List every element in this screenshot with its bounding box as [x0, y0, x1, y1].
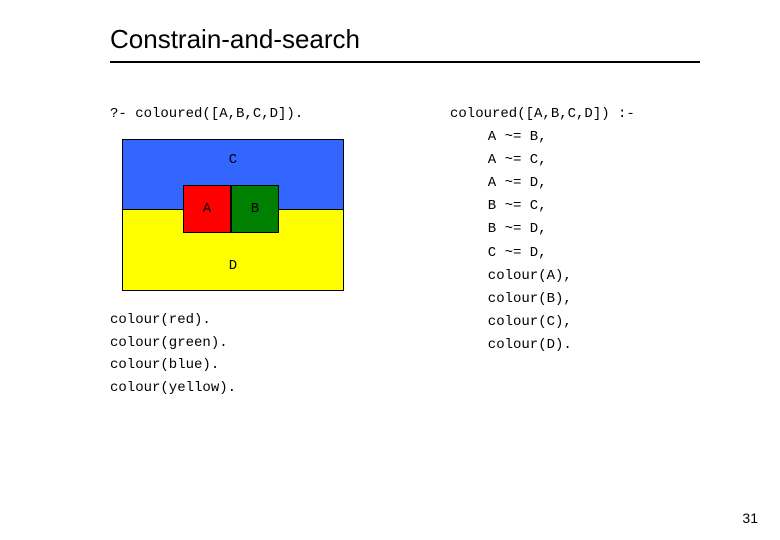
title-underline [110, 61, 700, 63]
region-b: B [231, 185, 279, 233]
right-column: coloured([A,B,C,D]) :- A ~= B, A ~= C, A… [450, 103, 700, 357]
rule-body-line: B ~= C, [450, 195, 700, 218]
rule-body-line: A ~= D, [450, 172, 700, 195]
content-columns: ?- coloured([A,B,C,D]). C D A B colour(r… [110, 103, 730, 399]
rule-body-line: colour(B), [450, 288, 700, 311]
prolog-query: ?- coloured([A,B,C,D]). [110, 103, 390, 125]
region-a-label: A [203, 201, 211, 217]
colour-fact: colour(red). [110, 309, 390, 331]
rule-body-line: A ~= B, [450, 126, 700, 149]
page-number: 31 [742, 510, 758, 526]
colour-fact: colour(green). [110, 332, 390, 354]
rule-head: coloured([A,B,C,D]) :- [450, 103, 700, 126]
region-d-label: D [229, 258, 237, 274]
region-a: A [183, 185, 231, 233]
rule-body-line: colour(C), [450, 311, 700, 334]
map-diagram: C D A B [122, 139, 344, 291]
left-column: ?- coloured([A,B,C,D]). C D A B colour(r… [110, 103, 390, 399]
rule-body-line: C ~= D, [450, 242, 700, 265]
rule-body-line: colour(D). [450, 334, 700, 357]
rule-body-line: B ~= D, [450, 218, 700, 241]
region-c-label: C [229, 152, 237, 168]
slide-title: Constrain-and-search [110, 24, 730, 55]
slide: Constrain-and-search ?- coloured([A,B,C,… [0, 0, 780, 540]
rule-body-line: colour(A), [450, 265, 700, 288]
colour-fact: colour(yellow). [110, 377, 390, 399]
region-b-label: B [251, 201, 259, 217]
rule-body-line: A ~= C, [450, 149, 700, 172]
colour-fact: colour(blue). [110, 354, 390, 376]
